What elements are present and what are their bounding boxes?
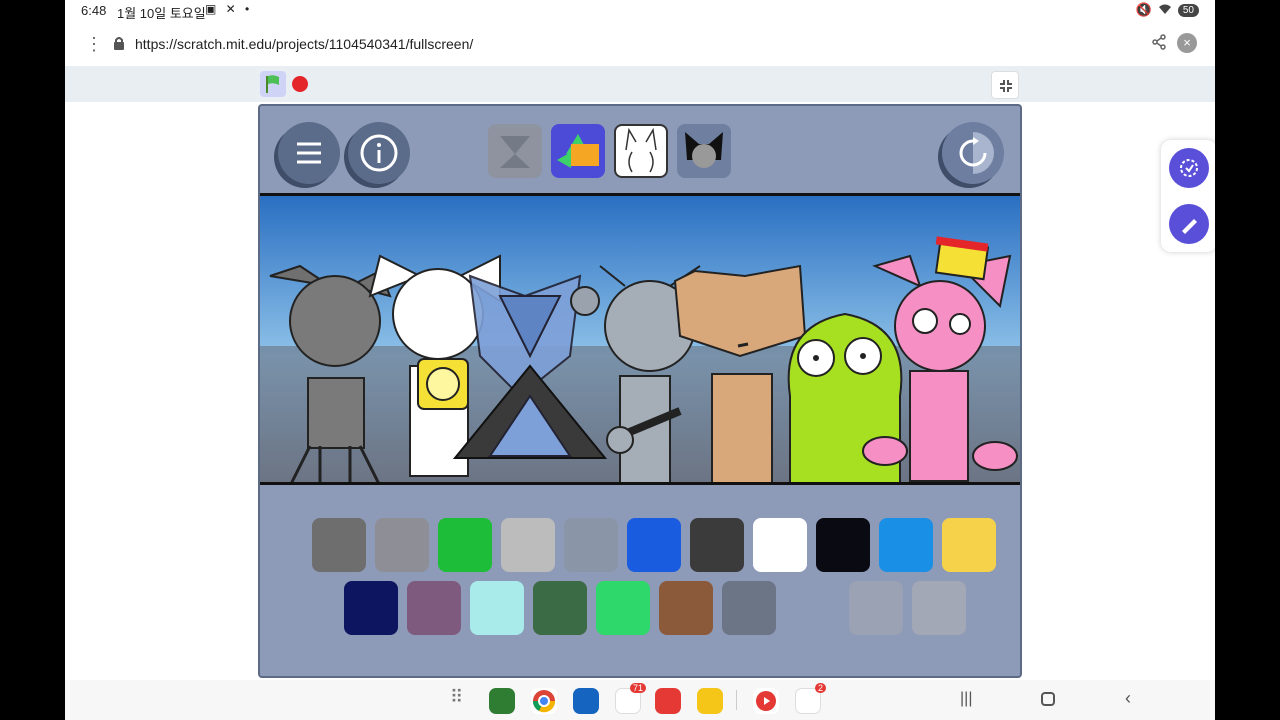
scratch-player-controls bbox=[65, 66, 1215, 102]
costume-tile-silver[interactable] bbox=[375, 518, 429, 572]
costume-tile-mauve[interactable] bbox=[407, 581, 461, 635]
costume-tile-blue[interactable] bbox=[627, 518, 681, 572]
status-right-icons: 🔇 50 bbox=[1136, 2, 1199, 18]
stop-button[interactable] bbox=[292, 76, 308, 92]
url-text[interactable]: https://scratch.mit.edu/projects/1104540… bbox=[135, 36, 473, 52]
close-tab-icon[interactable]: × bbox=[1177, 33, 1197, 53]
app-icon-messages[interactable]: 71 bbox=[615, 683, 646, 714]
back-icon[interactable]: ‹ bbox=[1125, 688, 1131, 709]
costume-tile-slate[interactable] bbox=[722, 581, 776, 635]
chrome-icon[interactable] bbox=[531, 688, 557, 714]
costume-tile-aqua[interactable] bbox=[470, 581, 524, 635]
costume-tile-gray-robot[interactable] bbox=[912, 581, 966, 635]
costume-tile-neon-green[interactable] bbox=[596, 581, 650, 635]
status-time: 6:48 bbox=[81, 3, 107, 18]
app-icon-1[interactable] bbox=[489, 688, 515, 714]
system-navigation-bar: ⠿ 71 2 ||| ‹ bbox=[65, 680, 1215, 720]
home-icon[interactable] bbox=[1041, 692, 1055, 706]
share-icon[interactable] bbox=[1151, 34, 1167, 55]
project-stage[interactable] bbox=[258, 104, 1022, 678]
costume-tile-steel[interactable] bbox=[564, 518, 618, 572]
wifi-icon bbox=[1158, 3, 1172, 18]
battery-indicator: 50 bbox=[1177, 3, 1199, 17]
costume-tile-cyan[interactable] bbox=[879, 518, 933, 572]
youtube-music-icon[interactable] bbox=[753, 688, 779, 714]
lock-icon[interactable] bbox=[113, 36, 125, 55]
costume-tile-black-purple[interactable] bbox=[816, 518, 870, 572]
character-scene[interactable] bbox=[260, 193, 1020, 485]
costume-tile-green-reindeer[interactable] bbox=[438, 518, 492, 572]
notes-icon[interactable] bbox=[697, 688, 723, 714]
category-white-icon[interactable] bbox=[614, 124, 668, 178]
app-icon-red[interactable] bbox=[655, 688, 681, 714]
category-shapes-icon[interactable] bbox=[551, 124, 605, 178]
reset-button[interactable] bbox=[942, 122, 1004, 184]
costume-tile-navy[interactable] bbox=[344, 581, 398, 635]
menu-kebab-icon[interactable]: ⋮ bbox=[85, 34, 103, 55]
notification-icons: ▣ ✕ • bbox=[205, 2, 253, 16]
costume-tile-white[interactable] bbox=[753, 518, 807, 572]
smart-select-icon[interactable] bbox=[1169, 148, 1209, 188]
taskbar-divider bbox=[736, 690, 737, 710]
floating-tools-panel bbox=[1161, 140, 1215, 252]
costume-tile-forest[interactable] bbox=[533, 581, 587, 635]
costume-tile-gray[interactable] bbox=[312, 518, 366, 572]
browser-address-bar: ⋮ https://scratch.mit.edu/projects/11045… bbox=[65, 26, 1215, 64]
costume-tile-brown[interactable] bbox=[659, 581, 713, 635]
status-bar: 6:48 1월 10일 토요일 ▣ ✕ • 🔇 50 bbox=[65, 0, 1215, 22]
category-gray-icon[interactable] bbox=[488, 124, 542, 178]
recent-apps-icon[interactable]: ||| bbox=[960, 690, 972, 708]
info-button[interactable] bbox=[348, 122, 410, 184]
capcut-icon[interactable]: 2 bbox=[795, 683, 826, 714]
app-grid-icon[interactable]: ⠿ bbox=[450, 687, 476, 713]
costume-tile-yellow[interactable] bbox=[942, 518, 996, 572]
app-icon-p[interactable] bbox=[573, 688, 599, 714]
pen-tool-icon[interactable] bbox=[1169, 204, 1209, 244]
tablet-screen: 6:48 1월 10일 토요일 ▣ ✕ • 🔇 50 ⋮ https://scr… bbox=[65, 0, 1215, 720]
costume-tile-dark[interactable] bbox=[690, 518, 744, 572]
exit-fullscreen-button[interactable] bbox=[991, 71, 1019, 99]
status-date: 1월 10일 토요일 bbox=[117, 6, 206, 21]
mute-icon: 🔇 bbox=[1135, 2, 1152, 17]
notification-badge-2: 2 bbox=[814, 683, 826, 693]
costume-tile-light-gray[interactable] bbox=[501, 518, 555, 572]
notification-badge: 71 bbox=[629, 683, 646, 693]
costume-tile-gray-knight[interactable] bbox=[849, 581, 903, 635]
menu-button[interactable] bbox=[278, 122, 340, 184]
category-black-icon[interactable] bbox=[677, 124, 731, 178]
green-flag-button[interactable] bbox=[260, 71, 286, 97]
